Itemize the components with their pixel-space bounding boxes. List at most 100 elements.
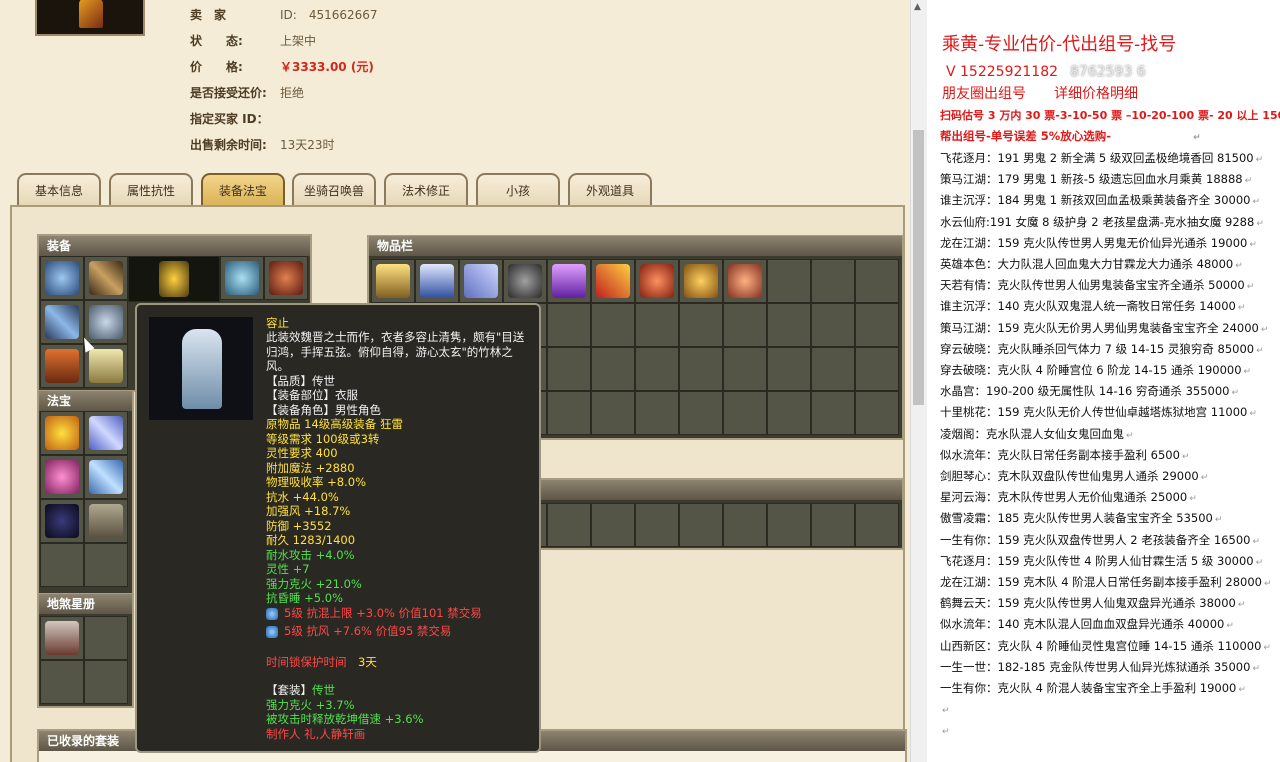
scroll-up-icon[interactable]: ▲ (914, 2, 921, 12)
tab-basic-info[interactable]: 基本信息 (17, 173, 101, 206)
scroll-thumb[interactable] (913, 130, 924, 405)
inventory-slot[interactable] (591, 303, 635, 347)
storage-slot[interactable] (547, 503, 591, 547)
inventory-slot-8[interactable] (679, 259, 723, 303)
listing-text: 龙在江湖：159 克火队传世男人男鬼无价仙异光通杀 19000 (940, 235, 1248, 250)
inventory-slot[interactable] (855, 303, 899, 347)
equip-slot-ring[interactable] (264, 256, 308, 300)
inventory-slot[interactable] (635, 347, 679, 391)
inventory-slot[interactable] (767, 347, 811, 391)
seller-id: ID: 451662667 (280, 8, 378, 22)
inventory-slot[interactable] (679, 347, 723, 391)
item-stat: 物理吸收率 +8.0% (266, 475, 367, 489)
storage-slot[interactable] (855, 503, 899, 547)
gem-line: 5级 抗风 +7.6% 价值95 禁交易 (266, 624, 451, 639)
inventory-slot[interactable] (723, 347, 767, 391)
inventory-slot-4[interactable] (503, 259, 547, 303)
inventory-slot[interactable] (723, 391, 767, 435)
inventory-slot[interactable] (547, 347, 591, 391)
item-quality: 【品质】传世 (266, 373, 335, 388)
fabao-book-icon (89, 504, 123, 538)
listing-row: 傲雪凌霜：185 克火队传世男人装备宝宝齐全 53500 ↵ (940, 510, 1222, 528)
fabao-slot-3[interactable] (40, 455, 84, 499)
inventory-slot[interactable] (547, 391, 591, 435)
buyer-row: 指定买家 ID： (190, 110, 280, 128)
equip-slot-belt[interactable] (40, 344, 84, 388)
xingce-slot-3[interactable] (40, 660, 84, 704)
inventory-slot[interactable] (635, 391, 679, 435)
equip-slot-boots[interactable] (84, 344, 128, 388)
listing-row: 飞花逐月：159 克火队传世 4 阶男人仙甘霖生活 5 级 30000 ↵ (940, 553, 1263, 571)
equip-slot-weapon[interactable] (84, 256, 128, 300)
inventory-slot[interactable] (811, 391, 855, 435)
inventory-slot-6[interactable] (591, 259, 635, 303)
return-mark-icon: ↵ (1226, 621, 1234, 632)
inventory-slot[interactable] (723, 303, 767, 347)
tab-children[interactable]: 小孩 (476, 173, 560, 206)
fabao-slot-4[interactable] (84, 455, 128, 499)
inventory-slot-1[interactable] (371, 259, 415, 303)
inventory-slot[interactable] (811, 303, 855, 347)
xingce-slot-1[interactable] (40, 616, 84, 660)
inventory-slot[interactable] (635, 303, 679, 347)
storage-slot[interactable] (635, 503, 679, 547)
storage-slot[interactable] (679, 503, 723, 547)
inventory-slot-7[interactable] (635, 259, 679, 303)
return-mark-icon: ↵ (1200, 473, 1209, 483)
fabao-slot-2[interactable] (84, 411, 128, 455)
inventory-slot-12[interactable] (855, 259, 899, 303)
ad-pricing: 扫码估号 3 万内 30 票-3-10-50 票 –10-20-100 票- 2… (940, 109, 1280, 122)
inventory-slot[interactable] (767, 303, 811, 347)
inventory-slot[interactable] (855, 391, 899, 435)
inventory-slot[interactable] (547, 303, 591, 347)
storage-slot[interactable] (591, 503, 635, 547)
item-belt-red-icon (640, 264, 674, 298)
gem-text: 5级 抗混上限 +3.0% 价值101 禁交易 (284, 606, 482, 620)
xingce-slot-2[interactable] (84, 616, 128, 660)
fabao-slot-5[interactable] (40, 499, 84, 543)
inventory-slot-5[interactable] (547, 259, 591, 303)
equip-slot-weapon2[interactable] (40, 300, 84, 344)
return-mark-icon: ↵ (1260, 324, 1269, 335)
return-mark-icon: ↵ (1263, 579, 1272, 589)
fabao-slot-6[interactable] (84, 499, 128, 543)
inventory-slot[interactable] (855, 347, 899, 391)
inventory-slot[interactable] (591, 347, 635, 391)
inventory-slot[interactable] (811, 347, 855, 391)
inventory-slot[interactable] (591, 391, 635, 435)
fabao-orb-icon (45, 504, 79, 538)
price-label: 价 格: (190, 60, 243, 74)
tab-attributes[interactable]: 属性抗性 (109, 173, 193, 206)
tab-spell-correction[interactable]: 法术修正 (384, 173, 468, 206)
inventory-slot[interactable] (767, 391, 811, 435)
storage-slot[interactable] (811, 503, 855, 547)
vertical-scrollbar[interactable]: ▲ (910, 0, 927, 762)
inventory-slot-3[interactable] (459, 259, 503, 303)
bargain-row: 是否接受还价: 拒绝 (190, 84, 304, 102)
fabao-lantern-icon (45, 460, 79, 494)
belt-icon (45, 349, 79, 383)
inventory-slot-2[interactable] (415, 259, 459, 303)
inventory-slot[interactable] (679, 303, 723, 347)
inventory-slot-11[interactable] (811, 259, 855, 303)
return-mark-icon: ↵ (1214, 515, 1223, 526)
return-mark-icon: ↵ (1237, 600, 1246, 611)
item-desc-line: 风。 (266, 359, 289, 373)
listing-row: 天若有情：克火队传世男人仙男鬼装备宝宝齐全通杀 50000 ↵ (940, 277, 1254, 295)
tab-appearance[interactable]: 外观道具 (568, 173, 652, 206)
equip-slot-helmet[interactable] (40, 256, 84, 300)
storage-slot[interactable] (723, 503, 767, 547)
inventory-slot-10[interactable] (767, 259, 811, 303)
fabao-slot-7[interactable] (40, 543, 84, 587)
equip-slot-necklace[interactable] (220, 256, 264, 300)
storage-slot[interactable] (767, 503, 811, 547)
listing-row: 水云仙府:191 女魔 8 级护身 2 老孩星盘满-克水抽女魔 9288 ↵ (940, 214, 1264, 232)
tab-mounts-pets[interactable]: 坐骑召唤兽 (292, 173, 376, 206)
equip-slot-armor[interactable] (84, 300, 128, 344)
tab-equipment[interactable]: 装备法宝 (201, 173, 285, 206)
inventory-slot[interactable] (679, 391, 723, 435)
fabao-slot-8[interactable] (84, 543, 128, 587)
inventory-slot-9[interactable] (723, 259, 767, 303)
xingce-slot-4[interactable] (84, 660, 128, 704)
fabao-slot-1[interactable] (40, 411, 84, 455)
